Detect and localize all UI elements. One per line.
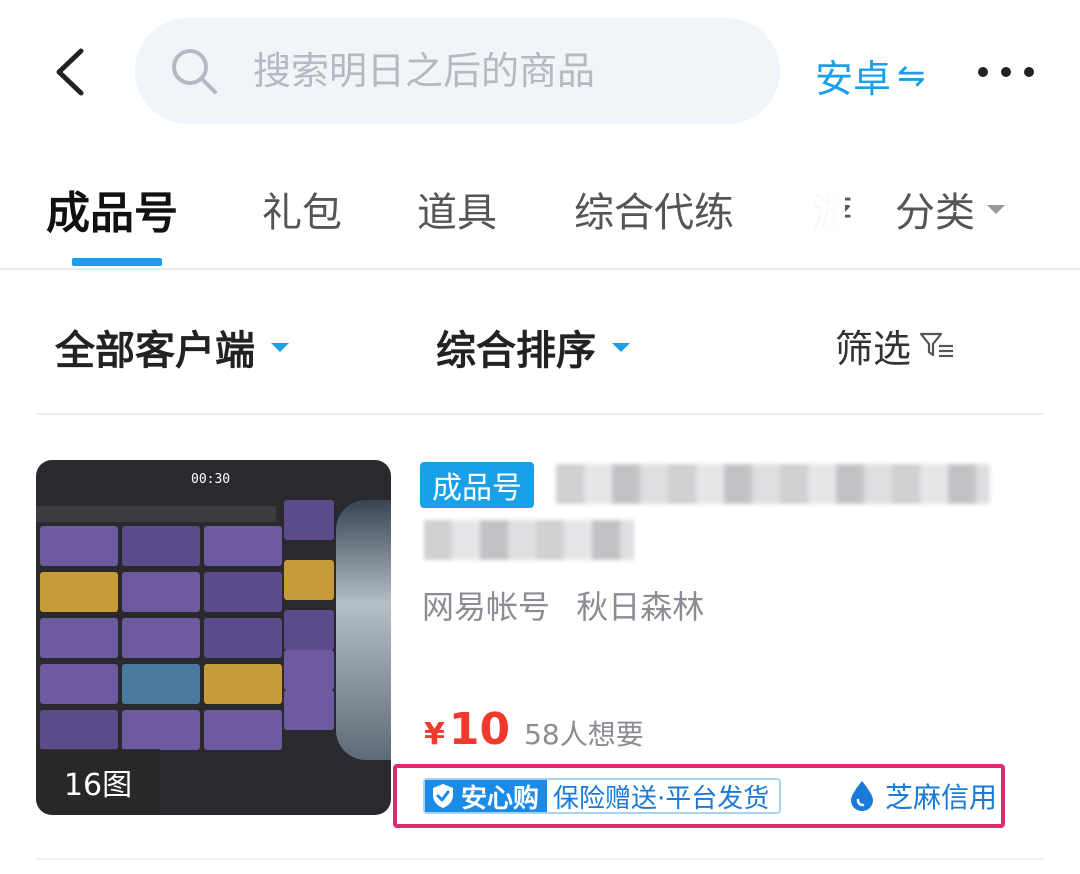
divider [36,858,1044,860]
sort-filter[interactable]: 综合排序 [436,318,630,376]
inventory-slot [40,572,118,612]
divider [36,413,1044,415]
inventory-slot [204,710,282,750]
client-filter-label: 全部客户端 [55,328,255,374]
shield-check-icon [433,784,453,808]
dot-icon [1024,67,1034,77]
caret-down-icon [271,342,289,352]
listing-card[interactable]: 00:30 16图 成品号 网易帐号 秋日森林 ¥ 10 58人想要 安心购 保… [36,460,1044,828]
account-type: 网易帐号 [422,588,551,626]
service-tags: 安心购 保险赠送·平台发货 芝麻信用 [393,764,1005,828]
credit-tag: 芝麻信用 [849,778,997,814]
back-arrow-icon [56,48,84,96]
tab-fade-overlay [745,150,845,265]
inventory-slot [122,572,200,612]
inventory-slot [284,500,334,540]
inventory-slot [122,710,200,750]
currency-symbol: ¥ [424,717,445,752]
search-bar[interactable] [135,18,780,124]
caret-down-icon [987,204,1005,214]
listing-thumbnail[interactable]: 00:30 16图 [36,460,391,815]
tab-gift-pack[interactable]: 礼包 [262,180,342,238]
thumb-timer: 00:30 [191,472,231,487]
platform-label: 安卓 [815,57,892,101]
tab-finished-account[interactable]: 成品号 [46,177,178,241]
inventory-slot [40,526,118,566]
character-figure [336,500,391,760]
top-bar: 安卓 ⇋ [0,0,1080,140]
safe-purchase-label: 安心购 [461,783,540,814]
search-input[interactable] [253,42,753,100]
dot-icon [978,67,988,77]
caret-down-icon [612,342,630,352]
image-count-badge: 16图 [36,749,160,815]
screen-filter[interactable]: 筛选 [835,318,955,373]
safe-purchase-tag: 安心购 保险赠送·平台发货 [423,778,782,814]
inventory-slot [122,526,200,566]
listing-meta: 网易帐号 秋日森林 [422,582,720,628]
redacted-title [556,464,990,504]
price-row: ¥ 10 58人想要 [424,704,644,755]
server-name: 秋日森林 [576,588,705,626]
sort-filter-label: 综合排序 [436,328,596,374]
inventory-slot [122,618,200,658]
inventory-slot [40,710,118,750]
tab-category-dropdown[interactable]: 分类 [895,180,1005,238]
want-count: 58人想要 [524,718,644,751]
inventory-slot [122,664,200,704]
safe-purchase-text: 保险赠送·平台发货 [553,783,770,814]
inventory-slot [204,526,282,566]
inventory-slot [284,610,334,650]
drop-icon [851,781,873,811]
swap-icon: ⇋ [897,55,926,96]
dot-icon [1001,67,1011,77]
back-button[interactable] [40,40,100,104]
safe-purchase-badge: 安心购 [425,780,548,814]
search-icon [172,49,217,94]
thumb-tabbar [36,506,276,522]
tab-items[interactable]: 道具 [417,180,497,238]
category-tabs: 成品号 礼包 道具 综合代练 游 分类 [0,150,1080,270]
filter-funnel-icon [919,332,954,357]
credit-label: 芝麻信用 [885,781,998,814]
inventory-slot [204,572,282,612]
screen-filter-label: 筛选 [835,327,912,371]
category-label: 分类 [895,190,975,236]
active-tab-indicator [72,258,162,266]
more-button[interactable] [978,54,1034,90]
inventory-slot [284,560,334,600]
filter-bar: 全部客户端 综合排序 筛选 [0,290,1080,390]
listing-type-badge: 成品号 [420,462,534,508]
inventory-slot [204,664,282,704]
inventory-slot [40,618,118,658]
inventory-slot [284,690,334,730]
inventory-slot [204,618,282,658]
price-value: 10 [448,704,511,755]
inventory-slot [40,664,118,704]
platform-switch[interactable]: 安卓 ⇋ [815,48,926,103]
client-filter[interactable]: 全部客户端 [55,318,289,376]
inventory-slot [284,650,334,690]
tab-boosting[interactable]: 综合代练 [574,180,734,238]
redacted-title [424,520,634,560]
